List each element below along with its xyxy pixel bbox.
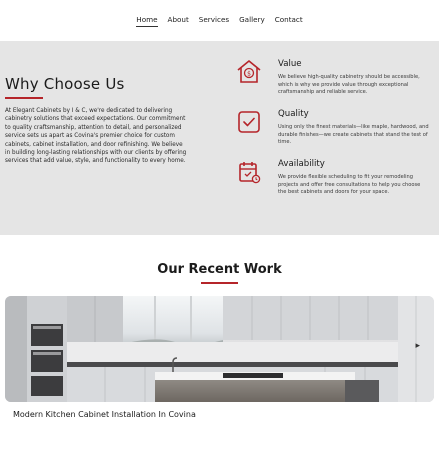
photo-caption: Modern Kitchen Cabinet Installation In C… bbox=[13, 410, 196, 419]
recent-work-title: Our Recent Work bbox=[157, 262, 282, 277]
house-dollar-icon: $ bbox=[237, 60, 261, 83]
why-choose-us-section: Why Choose Us At Elegant Cabinets by I &… bbox=[0, 41, 439, 235]
checkbox-icon bbox=[238, 111, 260, 133]
chevron-right-icon[interactable]: ▸ bbox=[415, 341, 420, 351]
feature-value-text: We believe high-quality cabinetry should… bbox=[278, 74, 420, 95]
why-title: Why Choose Us bbox=[5, 75, 125, 93]
kitchen-photo[interactable]: ▸ bbox=[5, 296, 434, 402]
recent-work-underline bbox=[201, 282, 238, 284]
feature-quality-title: Quality bbox=[278, 109, 309, 119]
nav-home[interactable]: Home bbox=[136, 15, 158, 27]
nav-services[interactable]: Services bbox=[199, 15, 229, 26]
feature-availability-text: We provide flexible scheduling to fit yo… bbox=[278, 174, 421, 195]
why-title-underline bbox=[5, 97, 43, 99]
svg-text:$: $ bbox=[247, 70, 251, 77]
why-body: At Elegant Cabinets by I & C, we're dedi… bbox=[5, 108, 187, 165]
nav-contact[interactable]: Contact bbox=[275, 15, 303, 26]
nav-about[interactable]: About bbox=[168, 15, 189, 26]
feature-availability-title: Availability bbox=[278, 159, 325, 169]
main-nav: Home About Services Gallery Contact bbox=[0, 0, 439, 41]
calendar-icon bbox=[239, 162, 261, 184]
nav-gallery[interactable]: Gallery bbox=[239, 15, 265, 26]
feature-value-title: Value bbox=[278, 59, 302, 69]
feature-quality-text: Using only the finest materials—like map… bbox=[278, 124, 429, 145]
kitchen-illustration bbox=[5, 296, 434, 402]
